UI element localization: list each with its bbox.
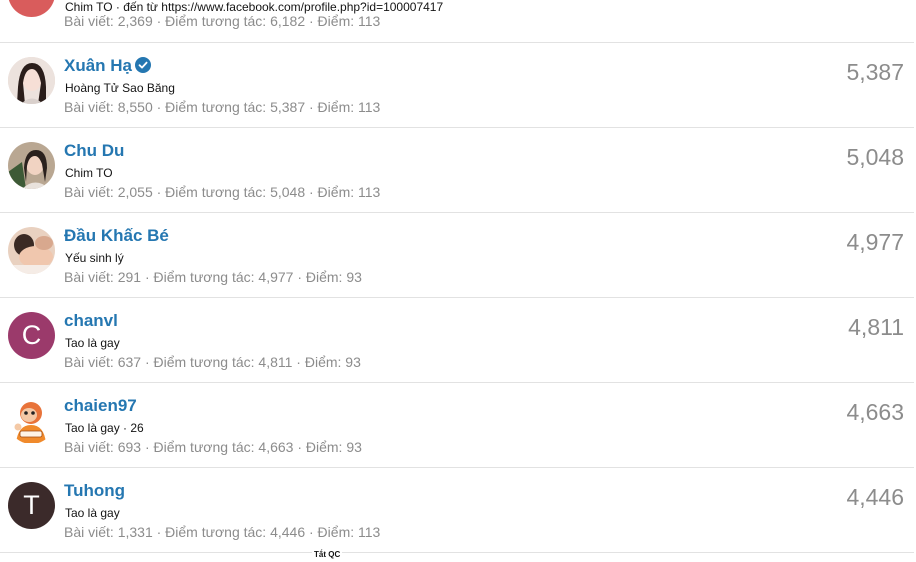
- member-name[interactable]: Đầu Khấc Bé: [64, 226, 169, 246]
- list-item: Chim TO · đến từ https://www.facebook.co…: [0, 0, 914, 43]
- member-score: 5,048: [846, 144, 904, 170]
- member-name[interactable]: chanvl: [64, 311, 118, 331]
- member-stats: Bài viết: 291 · Điểm tương tác: 4,977 · …: [64, 269, 362, 285]
- avatar[interactable]: [8, 397, 55, 444]
- avatar[interactable]: [8, 142, 55, 189]
- member-name[interactable]: Chu Du: [64, 141, 124, 161]
- list-item: Đầu Khấc Bé Yếu sinh lý Bài viết: 291 · …: [0, 213, 914, 298]
- avatar-letter: C: [21, 320, 42, 350]
- avatar[interactable]: [8, 227, 55, 274]
- member-name[interactable]: chaien97: [64, 396, 137, 416]
- member-stats: Bài viết: 2,369 · Điểm tương tác: 6,182 …: [64, 13, 381, 29]
- avatar[interactable]: C: [8, 312, 55, 359]
- member-title: Tao là gay: [65, 506, 120, 520]
- avatar[interactable]: [8, 57, 55, 104]
- member-stats: Bài viết: 637 · Điểm tương tác: 4,811 · …: [64, 354, 361, 370]
- list-item: T Tuhong Tao là gay Bài viết: 1,331 · Đi…: [0, 468, 914, 553]
- member-score: 5,387: [846, 59, 904, 85]
- member-stats: Bài viết: 693 · Điểm tương tác: 4,663 · …: [64, 439, 362, 455]
- member-title: Tao là gay · 26: [65, 421, 144, 435]
- member-title: Chim TO · đến từ https://www.facebook.co…: [65, 0, 444, 14]
- avatar[interactable]: [8, 0, 55, 17]
- avatar-letter: T: [23, 490, 40, 520]
- member-score: 4,446: [846, 484, 904, 510]
- member-score: 4,663: [846, 399, 904, 425]
- member-score: 4,977: [846, 229, 904, 255]
- verified-badge-icon: [135, 57, 152, 78]
- disable-ads-link[interactable]: Tắt QC: [312, 550, 343, 559]
- avatar[interactable]: T: [8, 482, 55, 529]
- member-name[interactable]: Tuhong: [64, 481, 125, 501]
- member-score: 4,811: [848, 314, 904, 340]
- ad-toggle-bar: Tắt QC: [0, 550, 914, 559]
- member-title: Yếu sinh lý: [65, 251, 124, 265]
- member-title: Chim TO: [65, 166, 113, 180]
- member-stats: Bài viết: 1,331 · Điểm tương tác: 4,446 …: [64, 524, 381, 540]
- member-stats: Bài viết: 2,055 · Điểm tương tác: 5,048 …: [64, 184, 381, 200]
- member-title: Tao là gay: [65, 336, 120, 350]
- member-stats: Bài viết: 8,550 · Điểm tương tác: 5,387 …: [64, 99, 381, 115]
- member-title: Hoàng Tử Sao Băng: [65, 81, 175, 95]
- list-item: Xuân Hạ Hoàng Tử Sao Băng Bài viết: 8,55…: [0, 43, 914, 128]
- list-item: Chu Du Chim TO Bài viết: 2,055 · Điểm tư…: [0, 128, 914, 213]
- list-item: chaien97 Tao là gay · 26 Bài viết: 693 ·…: [0, 383, 914, 468]
- list-item: C chanvl Tao là gay Bài viết: 637 · Điểm…: [0, 298, 914, 383]
- member-name[interactable]: Xuân Hạ: [64, 56, 152, 78]
